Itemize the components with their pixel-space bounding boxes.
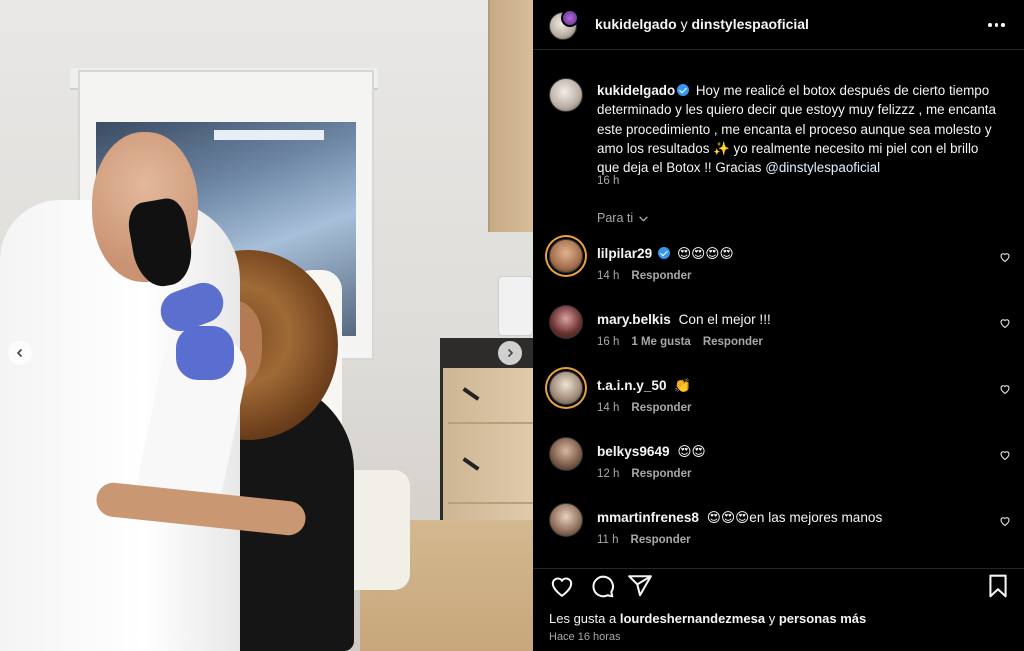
- reply-button[interactable]: Responder: [631, 468, 691, 480]
- chevron-left-icon: [16, 348, 23, 358]
- post-modal: kukidelgado y dinstylespaoficial kukidel…: [0, 0, 1024, 651]
- comment-avatar[interactable]: [549, 437, 583, 471]
- caption-avatar[interactable]: [549, 78, 583, 112]
- likes-user[interactable]: lourdeshernandezmesa: [620, 611, 765, 626]
- reply-button[interactable]: Responder: [631, 270, 691, 282]
- comment-item: belkys9649 😍😍 12 h Responder: [549, 437, 1019, 499]
- comment-username[interactable]: mmartinfrenes8: [597, 510, 699, 525]
- header-connector: y: [680, 16, 688, 32]
- chevron-right-icon: [507, 348, 514, 358]
- reply-button[interactable]: Responder: [631, 402, 691, 414]
- heart-icon[interactable]: [549, 573, 575, 599]
- previous-photo-button[interactable]: [8, 341, 32, 365]
- comment-time[interactable]: 11 h: [597, 534, 619, 546]
- post-actions: [533, 568, 1024, 602]
- share-icon[interactable]: [627, 573, 653, 599]
- comment-item: t.a.i.n.y_50 👏 14 h Responder: [549, 371, 1019, 433]
- heart-icon[interactable]: [999, 515, 1011, 527]
- comment-item: mary.belkis Con el mejor !!! 16 h 1 Me g…: [549, 305, 1019, 367]
- chevron-down-icon: [639, 215, 648, 222]
- heart-icon[interactable]: [999, 317, 1011, 329]
- likes-summary: Les gusta a lourdeshernandezmesa y perso…: [549, 611, 866, 626]
- author-username[interactable]: kukidelgado: [595, 16, 677, 32]
- comment-text: 😍😍😍en las mejores manos: [706, 510, 883, 525]
- caption-username[interactable]: kukidelgado: [597, 83, 675, 98]
- comment-text: 👏: [674, 378, 692, 393]
- comment-text: Con el mejor !!!: [678, 312, 771, 327]
- comment-item: lilpilar29 😍😍😍😍 14 h Responder: [549, 239, 1019, 301]
- comment-avatar[interactable]: [549, 239, 583, 273]
- caption-mention[interactable]: @dinstylespaoficial: [765, 160, 880, 175]
- reply-button[interactable]: Responder: [703, 336, 763, 348]
- post-date[interactable]: Hace 16 horas: [549, 631, 621, 643]
- comment-avatar[interactable]: [549, 305, 583, 339]
- likes-others[interactable]: personas más: [779, 611, 866, 626]
- collaborator-avatar[interactable]: [561, 9, 579, 27]
- post-photo: [0, 0, 533, 651]
- post-header-title: kukidelgado y dinstylespaoficial: [595, 16, 809, 32]
- comment-username[interactable]: t.a.i.n.y_50: [597, 378, 667, 393]
- comment-time[interactable]: 16 h: [597, 336, 619, 348]
- comment-username[interactable]: lilpilar29: [597, 246, 652, 261]
- next-photo-button[interactable]: [498, 341, 522, 365]
- comment-text: 😍😍😍😍: [676, 246, 734, 261]
- comment-sort-dropdown[interactable]: Para ti: [597, 211, 649, 225]
- verified-icon: [658, 247, 671, 259]
- likes-prefix: Les gusta a: [549, 611, 617, 626]
- comment-likes[interactable]: 1 Me gusta: [631, 336, 690, 348]
- comment-item: mmartinfrenes8 😍😍😍en las mejores manos 1…: [549, 503, 1019, 565]
- post-header: kukidelgado y dinstylespaoficial: [533, 0, 1024, 50]
- collaborator-username[interactable]: dinstylespaoficial: [691, 16, 808, 32]
- bookmark-icon[interactable]: [985, 573, 1011, 599]
- comment-username[interactable]: mary.belkis: [597, 312, 671, 327]
- heart-icon[interactable]: [999, 383, 1011, 395]
- reply-button[interactable]: Responder: [631, 534, 691, 546]
- post-sidebar: kukidelgado y dinstylespaoficial kukidel…: [533, 0, 1024, 651]
- likes-middle: y: [768, 611, 776, 626]
- sort-label: Para ti: [597, 211, 634, 225]
- comment-time[interactable]: 12 h: [597, 468, 619, 480]
- comment-icon[interactable]: [589, 573, 615, 599]
- comment-time[interactable]: 14 h: [597, 402, 619, 414]
- comment-text: 😍😍: [677, 444, 706, 459]
- verified-icon: [677, 84, 690, 96]
- comment-avatar[interactable]: [549, 503, 583, 537]
- caption-time[interactable]: 16 h: [597, 175, 619, 187]
- comment-avatar[interactable]: [549, 371, 583, 405]
- comment-username[interactable]: belkys9649: [597, 444, 670, 459]
- heart-icon[interactable]: [999, 251, 1011, 263]
- comment-time[interactable]: 14 h: [597, 270, 619, 282]
- more-options-button[interactable]: [988, 18, 1008, 32]
- heart-icon[interactable]: [999, 449, 1011, 461]
